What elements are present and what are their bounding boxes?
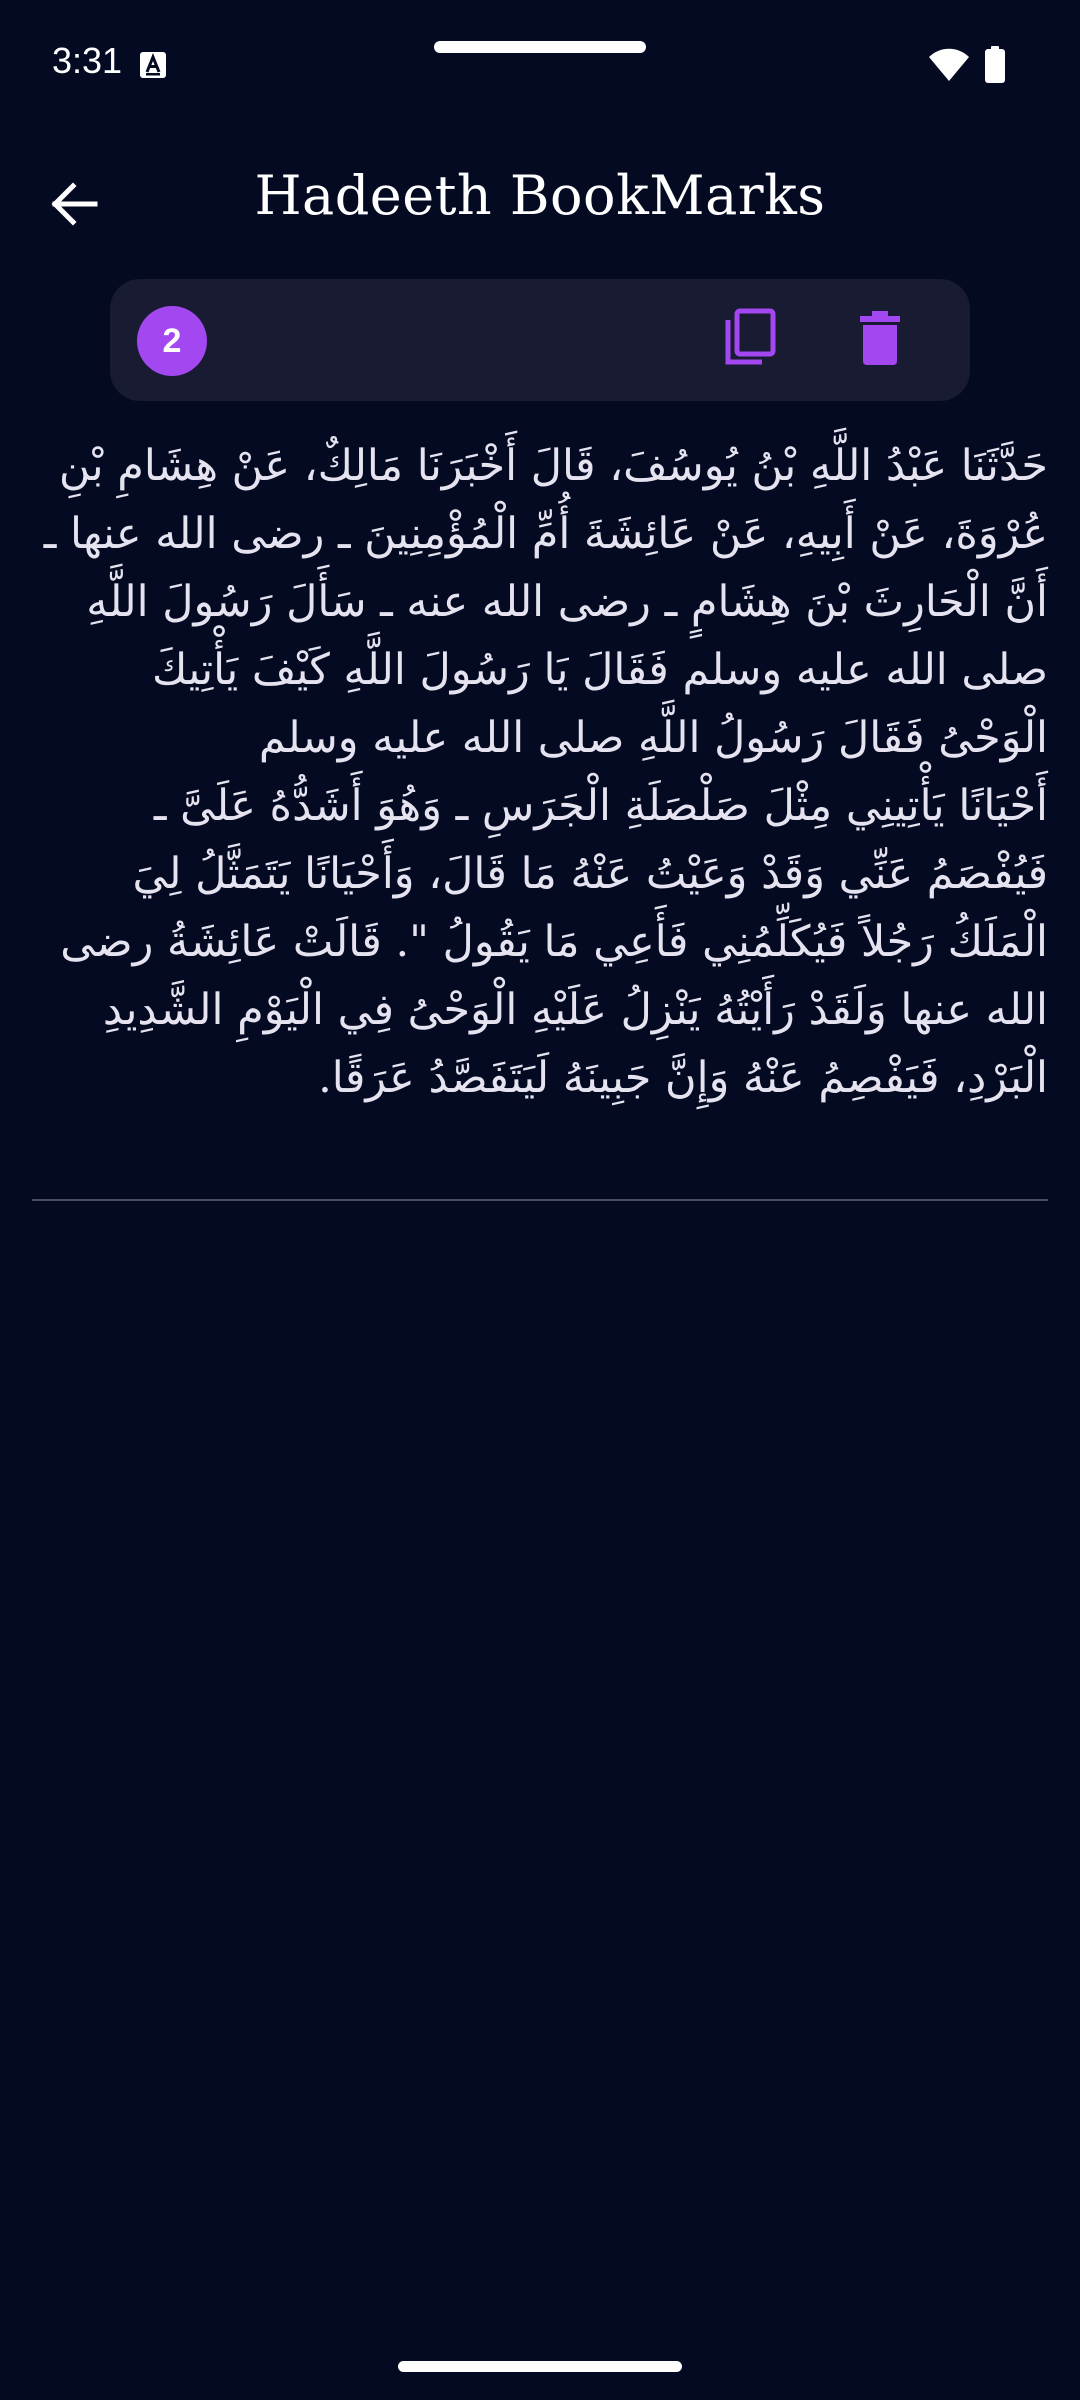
copy-button[interactable] [715, 305, 785, 375]
hadith-text[interactable]: حَدَّثَنَا عَبْدُ اللَّهِ بْنُ يُوسُفَ، … [36, 432, 1048, 1112]
bookmark-action-card: 2 [110, 279, 970, 401]
status-bar: 3:31 [0, 0, 1080, 130]
copy-icon [722, 308, 778, 372]
battery-icon [985, 46, 1005, 83]
status-time: 3:31 [52, 40, 123, 81]
count-badge: 2 [137, 306, 207, 376]
back-button[interactable] [38, 175, 110, 237]
trash-icon [858, 311, 902, 369]
divider [32, 1199, 1048, 1201]
top-app-bar: Hadeeth BookMarks [0, 150, 1080, 260]
text-a-icon [139, 51, 167, 79]
arrow-left-icon [49, 181, 99, 231]
home-indicator[interactable] [398, 2361, 682, 2372]
delete-button[interactable] [845, 305, 915, 375]
page-title: Hadeeth BookMarks [254, 164, 826, 227]
camera-pill [434, 41, 646, 53]
wifi-icon [928, 48, 970, 82]
